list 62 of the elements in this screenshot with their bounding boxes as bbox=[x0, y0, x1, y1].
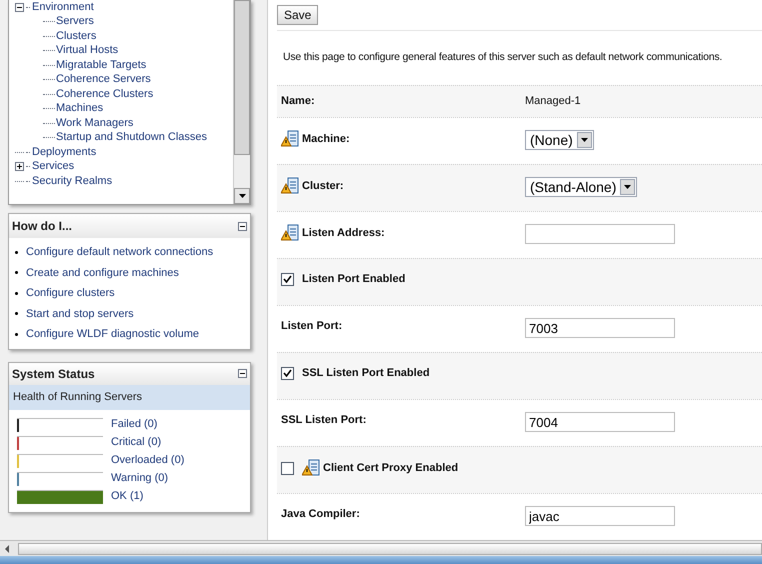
status-link[interactable]: OK (1) bbox=[111, 488, 144, 505]
panel-title: How do I... bbox=[12, 218, 72, 235]
expand-icon[interactable] bbox=[15, 162, 24, 172]
tree-item[interactable]: Virtual Hosts bbox=[56, 44, 118, 58]
checkbox[interactable] bbox=[281, 366, 294, 380]
field-label: SSL Listen Port Enabled bbox=[302, 366, 430, 381]
vertical-scrollbar[interactable] bbox=[233, 0, 250, 204]
help-link[interactable]: Configure default network connections bbox=[26, 244, 214, 260]
tree-item[interactable]: Coherence Servers bbox=[56, 73, 151, 86]
field-label: Java Compiler: bbox=[281, 507, 360, 522]
input-field[interactable]: 7003 bbox=[525, 318, 675, 338]
horizontal-scrollbar[interactable] bbox=[0, 540, 762, 556]
field-label: Listen Port Enabled bbox=[302, 272, 406, 287]
tree-item[interactable]: Work Managers bbox=[56, 116, 134, 130]
field-label: SSL Listen Port: bbox=[281, 413, 366, 428]
bullet-icon bbox=[15, 292, 18, 295]
bullet-icon bbox=[15, 271, 18, 274]
collapse-icon[interactable] bbox=[238, 369, 247, 378]
tree-item[interactable]: Deployments bbox=[32, 146, 96, 159]
checkbox[interactable] bbox=[281, 272, 294, 286]
collapse-icon[interactable] bbox=[15, 2, 24, 12]
tree-item[interactable]: Servers bbox=[56, 15, 94, 28]
health-header: Health of Running Servers bbox=[9, 384, 250, 410]
input-field[interactable]: javac bbox=[525, 506, 675, 526]
status-link[interactable]: Failed (0) bbox=[111, 416, 158, 433]
tree-item[interactable]: Clusters bbox=[56, 30, 96, 43]
field-value: Managed-1 bbox=[525, 94, 581, 110]
field-label: Name: bbox=[281, 94, 315, 110]
bullet-icon bbox=[15, 332, 18, 336]
intro-text: Use this page to configure general features of this server such as default network communications. bbox=[283, 50, 722, 66]
dropdown-arrow-icon bbox=[624, 185, 632, 189]
scroll-down-icon bbox=[238, 194, 246, 198]
input-field[interactable]: 7004 bbox=[525, 412, 675, 432]
field-label: Listen Port: bbox=[281, 319, 342, 334]
help-link[interactable]: Create and configure machines bbox=[26, 264, 179, 281]
field-label: Machine: bbox=[302, 132, 350, 147]
input-field[interactable] bbox=[525, 224, 675, 244]
dropdown[interactable]: (None) bbox=[525, 130, 594, 150]
status-link[interactable]: Overloaded (0) bbox=[111, 452, 184, 469]
bullet-icon bbox=[15, 250, 18, 254]
status-link[interactable]: Critical (0) bbox=[111, 434, 162, 451]
field-label: Client Cert Proxy Enabled bbox=[323, 460, 458, 476]
field-label: Cluster: bbox=[302, 178, 344, 194]
help-link[interactable]: Configure WLDF diagnostic volume bbox=[26, 326, 200, 342]
save-button[interactable]: Save bbox=[277, 5, 318, 25]
tree-item[interactable]: Migratable Targets bbox=[56, 58, 146, 72]
dropdown[interactable]: (Stand-Alone) bbox=[525, 177, 638, 197]
help-link[interactable]: Configure clusters bbox=[26, 285, 115, 302]
status-link[interactable]: Warning (0) bbox=[111, 470, 168, 487]
field-label: Listen Address: bbox=[302, 226, 385, 241]
tree-item[interactable]: Startup and Shutdown Classes bbox=[56, 131, 208, 144]
help-link[interactable]: Start and stop servers bbox=[26, 306, 134, 322]
tree-item[interactable]: Services bbox=[32, 160, 74, 174]
tree-item[interactable]: Environment bbox=[32, 0, 94, 14]
collapse-icon[interactable] bbox=[238, 222, 247, 230]
tree-item[interactable]: Security Realms bbox=[32, 174, 112, 188]
tree-item[interactable]: Machines bbox=[56, 102, 104, 116]
dropdown-arrow-icon bbox=[580, 138, 588, 142]
bullet-icon bbox=[15, 312, 18, 316]
panel-title: System Status bbox=[12, 366, 95, 382]
checkbox[interactable] bbox=[281, 462, 294, 474]
tree-item[interactable]: Coherence Clusters bbox=[56, 88, 154, 101]
